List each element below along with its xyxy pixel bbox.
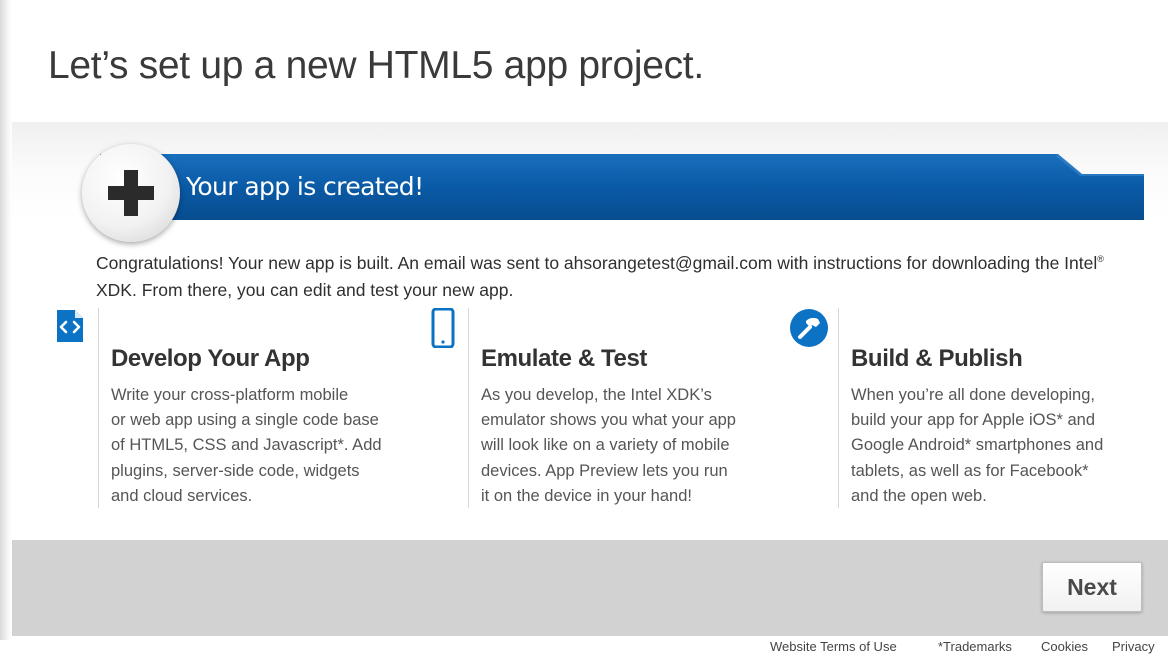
feature-build: Build & Publish When you’re all done dev… [790, 308, 1159, 508]
footer-link-privacy[interactable]: Privacy [1112, 639, 1155, 654]
congratulations-message: Congratulations! Your new app is built. … [96, 246, 1156, 304]
message-line-2: XDK. From there, you can edit and test y… [96, 279, 514, 300]
page-title: Let’s set up a new HTML5 app project. [48, 44, 704, 87]
footer-link-trademarks[interactable]: *Trademarks [938, 639, 1012, 654]
registered-mark: ® [1097, 254, 1104, 264]
code-icon [55, 308, 85, 349]
plus-icon [82, 144, 180, 242]
feature-title: Develop Your App [111, 345, 310, 372]
left-edge-shadow [0, 0, 12, 640]
message-line-1: Congratulations! Your new app is built. … [96, 252, 1098, 273]
feature-description: As you develop, the Intel XDK’s emulator… [481, 386, 736, 505]
feature-description: Write your cross-platform mobile or web … [111, 386, 382, 505]
footer-link-cookies[interactable]: Cookies [1041, 639, 1088, 654]
footer-links: Website Terms of Use *Trademarks Cookies… [0, 639, 1168, 654]
app-setup-page: Let’s set up a new HTML5 app project. Yo… [0, 0, 1168, 654]
feature-develop: Develop Your App Write your cross-platfo… [57, 308, 459, 508]
phone-icon [431, 307, 455, 353]
feature-description: When you’re all done developing, build y… [851, 386, 1104, 505]
feature-title: Emulate & Test [481, 345, 647, 372]
next-button[interactable]: Next [1042, 562, 1142, 612]
feature-emulate: Emulate & Test As you develop, the Intel… [431, 307, 829, 508]
hammer-icon [789, 308, 829, 353]
banner-message: Your app is created! [186, 172, 424, 201]
action-bar [12, 540, 1168, 636]
feature-title: Build & Publish [851, 345, 1023, 372]
footer-link-terms[interactable]: Website Terms of Use [770, 639, 897, 654]
